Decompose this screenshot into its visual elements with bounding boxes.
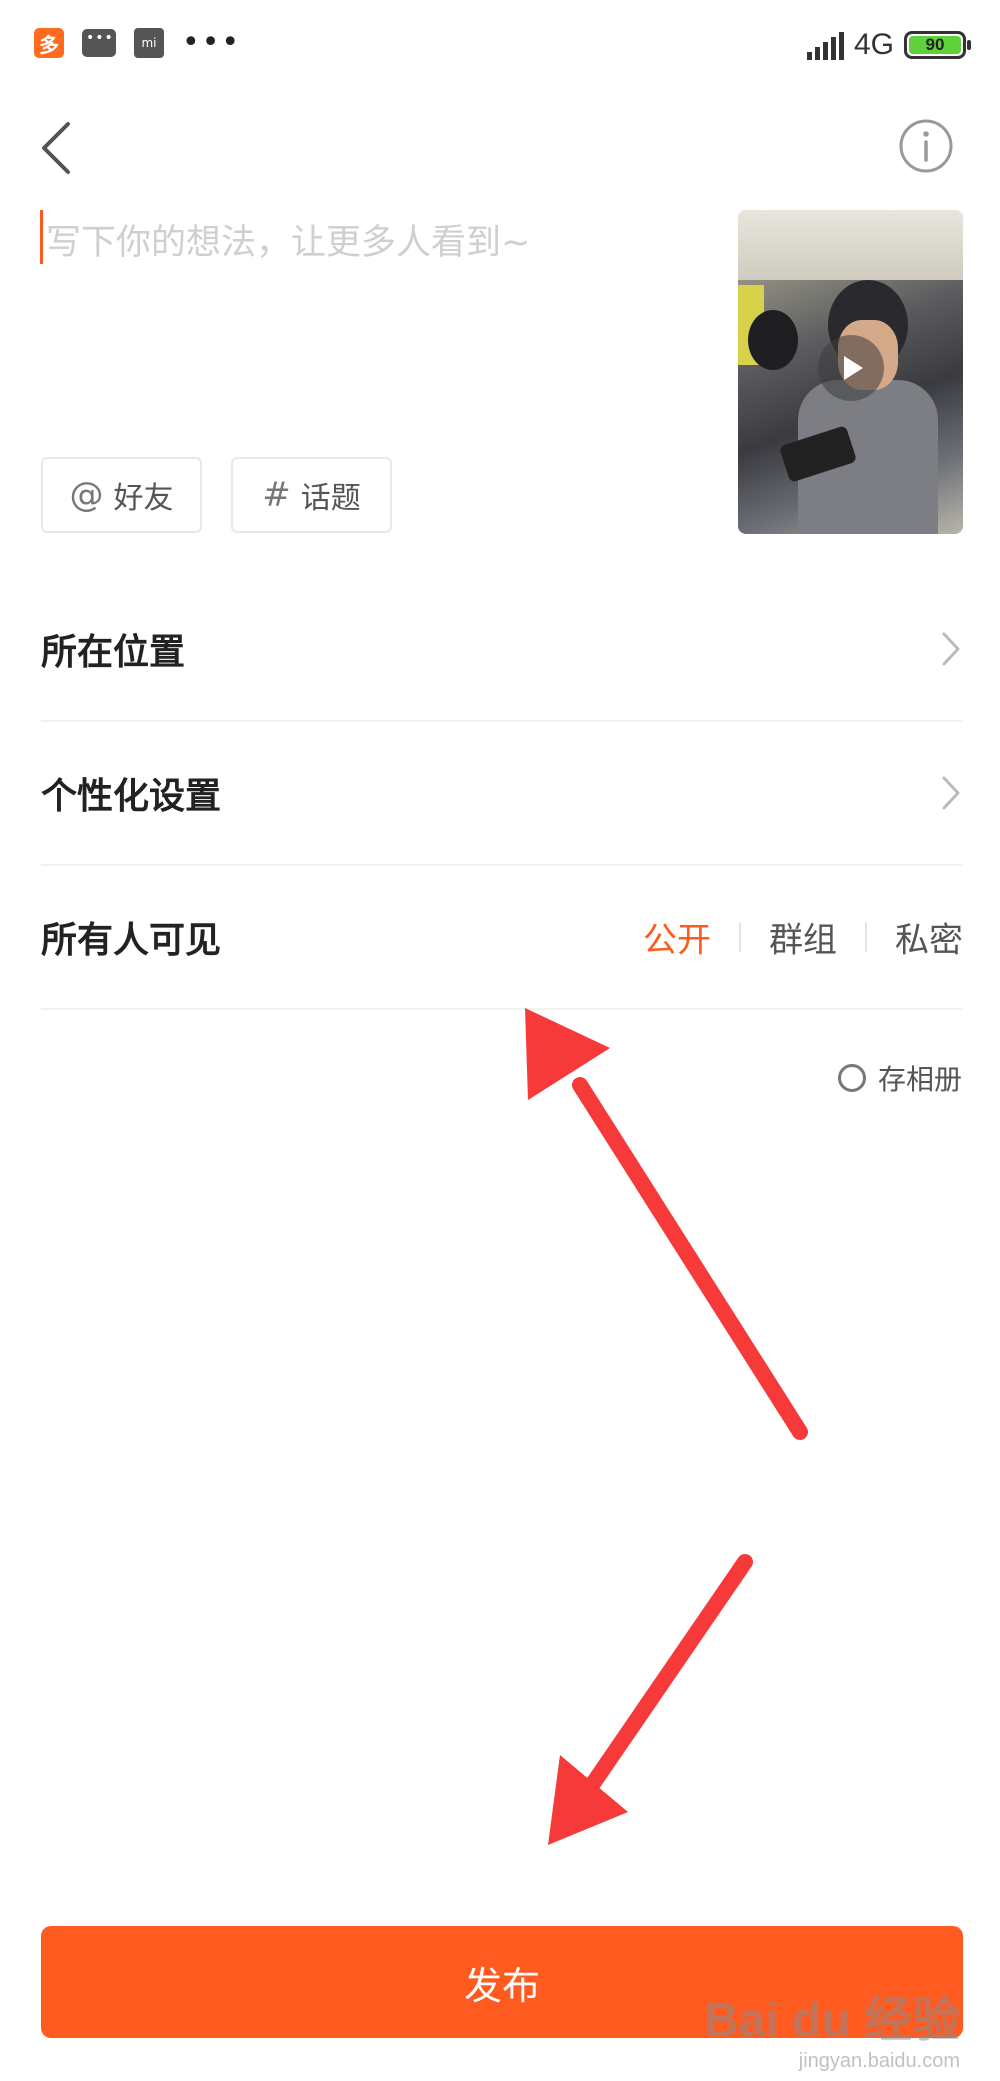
save-to-album-label: 存相册 [877, 1063, 962, 1096]
at-icon: @ [69, 475, 104, 515]
message-notification-icon [82, 29, 116, 57]
play-button[interactable] [818, 335, 884, 401]
watermark-logo: Bai du 经验 [703, 1994, 960, 2047]
info-button[interactable] [898, 118, 954, 174]
video-thumbnail[interactable] [738, 210, 963, 534]
battery-level: 90 [909, 35, 961, 54]
arrow-up-annotation [525, 1008, 808, 1440]
radio-icon [837, 1064, 866, 1092]
arrow-down-annotation [548, 1554, 753, 1845]
personalize-label: 个性化设置 [41, 776, 222, 817]
location-row[interactable]: 所在位置 [41, 578, 963, 722]
chevron-right-icon [942, 632, 960, 666]
store-notification-icon: mi [134, 28, 164, 58]
app-notification-icon: 多 [34, 28, 64, 58]
status-bar-system: 4G 90 [806, 28, 971, 62]
personalize-row[interactable]: 个性化设置 [41, 722, 963, 866]
add-topic-label: 话题 [300, 481, 361, 516]
back-icon [42, 122, 70, 174]
mention-friend-button[interactable]: @ 好友 [41, 457, 202, 533]
info-icon [899, 119, 953, 173]
visibility-option-private[interactable]: 私密 [867, 913, 963, 962]
hash-icon: # [262, 475, 291, 515]
network-type: 4G [853, 28, 894, 61]
visibility-option-public[interactable]: 公开 [615, 913, 739, 962]
more-notifications-icon: ••• [182, 25, 242, 60]
signal-icon [806, 30, 844, 60]
status-bar-notifications: 多 mi ••• [34, 28, 241, 58]
location-label: 所在位置 [41, 632, 186, 673]
watermark: Bai du 经验 jingyan.baidu.com [704, 1980, 960, 2073]
add-topic-button[interactable]: # 话题 [231, 457, 392, 533]
post-text-input[interactable]: 写下你的想法，让更多人看到~ [46, 214, 530, 265]
status-bar: 多 mi ••• 4G 90 [0, 0, 1000, 96]
battery-icon: 90 [904, 31, 971, 59]
visibility-option-group[interactable]: 群组 [741, 913, 865, 962]
play-icon [844, 356, 863, 380]
visibility-label: 所有人可见 [41, 920, 222, 961]
watermark-url: jingyan.baidu.com [798, 2050, 960, 2072]
visibility-row: 所有人可见 公开 群组 私密 [41, 866, 963, 1010]
visibility-options: 公开 群组 私密 [615, 913, 963, 962]
back-button[interactable] [38, 118, 78, 178]
text-cursor [40, 210, 43, 264]
chevron-right-icon [942, 776, 960, 810]
mention-friend-label: 好友 [113, 481, 174, 516]
save-to-album-toggle[interactable]: 存相册 [837, 1058, 962, 1098]
